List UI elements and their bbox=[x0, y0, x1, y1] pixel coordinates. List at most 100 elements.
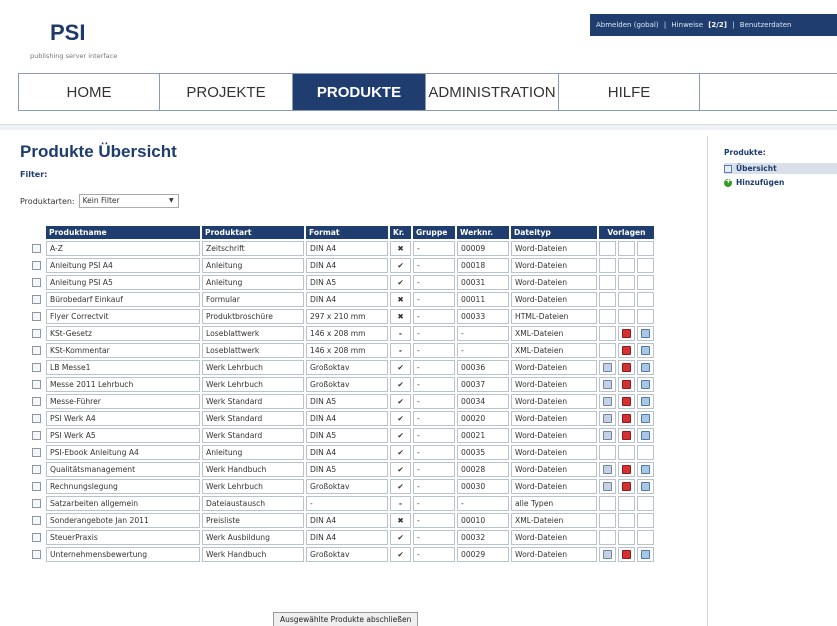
row-checkbox[interactable] bbox=[31, 397, 41, 407]
nav-administration[interactable]: ADMINISTRATION bbox=[426, 74, 559, 110]
column-header[interactable]: Gruppe bbox=[413, 226, 455, 239]
product-name-cell[interactable]: PSI-Ebook Anleitung A4 bbox=[46, 445, 200, 460]
image-template-icon[interactable] bbox=[641, 550, 650, 560]
pdf-template-icon[interactable] bbox=[622, 363, 631, 373]
word-template-icon[interactable] bbox=[603, 550, 612, 560]
table-row[interactable]: Qualitätsmanagement Werk Handbuch DIN A5 ✔ -… bbox=[28, 462, 654, 477]
column-header[interactable]: Werknr. bbox=[457, 226, 509, 239]
column-header[interactable]: Produktart bbox=[202, 226, 304, 239]
table-row[interactable]: KSt-Gesetz Loseblattwerk 146 x 208 mm - - - XM… bbox=[28, 326, 654, 341]
word-template-icon[interactable] bbox=[603, 465, 612, 475]
pdf-template-icon[interactable] bbox=[622, 397, 631, 407]
word-template-icon[interactable] bbox=[603, 363, 612, 373]
pdf-template-icon[interactable] bbox=[622, 482, 631, 492]
word-template-icon[interactable] bbox=[603, 431, 612, 441]
row-checkbox[interactable] bbox=[31, 278, 41, 288]
word-template-icon[interactable] bbox=[603, 397, 612, 407]
image-template-icon[interactable] bbox=[641, 346, 650, 356]
table-row[interactable]: Bürobedarf Einkauf Formular DIN A4 ✖ -00011 W… bbox=[28, 292, 654, 307]
row-checkbox[interactable] bbox=[31, 312, 41, 322]
table-row[interactable]: Flyer Correctvit Produktbroschüre 297 x 21… bbox=[28, 309, 654, 324]
row-checkbox[interactable] bbox=[31, 431, 41, 441]
product-name-cell[interactable]: KSt-Kommentar bbox=[46, 343, 200, 358]
image-template-icon[interactable] bbox=[641, 414, 650, 424]
pdf-template-icon[interactable] bbox=[622, 380, 631, 390]
row-checkbox[interactable] bbox=[31, 244, 41, 254]
image-template-icon[interactable] bbox=[641, 397, 650, 407]
table-row[interactable]: KSt-Kommentar Loseblattwerk 146 x 208 mm - -… bbox=[28, 343, 654, 358]
product-name-cell[interactable]: Anleitung PSI A4 bbox=[46, 258, 200, 273]
product-name-cell[interactable]: SteuerPraxis bbox=[46, 530, 200, 545]
user-data-link[interactable]: Benutzerdaten bbox=[740, 21, 792, 29]
table-row[interactable]: Satzarbeiten allgemein Dateiaustausch - - - -… bbox=[28, 496, 654, 511]
column-header[interactable]: Produktname bbox=[46, 226, 200, 239]
product-name-cell[interactable]: Qualitätsmanagement bbox=[46, 462, 200, 477]
table-row[interactable]: SteuerPraxis Werk Ausbildung DIN A4 ✔ -00032… bbox=[28, 530, 654, 545]
row-checkbox[interactable] bbox=[31, 533, 41, 543]
row-checkbox[interactable] bbox=[31, 261, 41, 271]
hints-link[interactable]: Hinweise bbox=[671, 21, 703, 29]
image-template-icon[interactable] bbox=[641, 380, 650, 390]
column-header[interactable]: Kr. bbox=[390, 226, 411, 239]
nav-home[interactable]: HOME bbox=[19, 74, 160, 110]
row-checkbox[interactable] bbox=[31, 295, 41, 305]
table-row[interactable]: A-Z Zeitschrift DIN A4 ✖ -00009 Word-Dateien bbox=[28, 241, 654, 256]
pdf-template-icon[interactable] bbox=[622, 346, 631, 356]
product-name-cell[interactable]: Rechnungslegung bbox=[46, 479, 200, 494]
image-template-icon[interactable] bbox=[641, 363, 650, 373]
product-name-cell[interactable]: Flyer Correctvit bbox=[46, 309, 200, 324]
product-name-cell[interactable]: Sonderangebote Jan 2011 bbox=[46, 513, 200, 528]
product-name-cell[interactable]: LB Messe1 bbox=[46, 360, 200, 375]
nav-produkte[interactable]: PRODUKTE bbox=[293, 74, 426, 110]
row-checkbox[interactable] bbox=[31, 448, 41, 458]
table-row[interactable]: Anleitung PSI A5 Anleitung DIN A5 ✔ -00031 Wo… bbox=[28, 275, 654, 290]
row-checkbox[interactable] bbox=[31, 516, 41, 526]
table-row[interactable]: Anleitung PSI A4 Anleitung DIN A4 ✔ -00018 Wo… bbox=[28, 258, 654, 273]
logout-link[interactable]: Abmelden (gobal) bbox=[596, 21, 659, 29]
image-template-icon[interactable] bbox=[641, 329, 650, 339]
row-checkbox[interactable] bbox=[31, 329, 41, 339]
product-name-cell[interactable]: KSt-Gesetz bbox=[46, 326, 200, 341]
word-template-icon[interactable] bbox=[603, 380, 612, 390]
sidebar-item-hinzufuegen[interactable]: Hinzufügen bbox=[724, 176, 837, 188]
column-header[interactable]: Format bbox=[306, 226, 388, 239]
row-checkbox[interactable] bbox=[31, 499, 41, 509]
sidebar-item-uebersicht[interactable]: Übersicht bbox=[724, 163, 837, 174]
image-template-icon[interactable] bbox=[641, 465, 650, 475]
product-type-select[interactable]: Kein Filter ▼ bbox=[78, 194, 179, 208]
row-checkbox[interactable] bbox=[31, 363, 41, 373]
product-name-cell[interactable]: PSI Werk A5 bbox=[46, 428, 200, 443]
table-row[interactable]: Unternehmensbewertung Werk Handbuch Großok… bbox=[28, 547, 654, 562]
table-row[interactable]: Messe-Führer Werk Standard DIN A5 ✔ -00034 Wo… bbox=[28, 394, 654, 409]
row-checkbox[interactable] bbox=[31, 465, 41, 475]
product-name-cell[interactable]: Bürobedarf Einkauf bbox=[46, 292, 200, 307]
row-checkbox[interactable] bbox=[31, 550, 41, 560]
row-checkbox[interactable] bbox=[31, 380, 41, 390]
word-template-icon[interactable] bbox=[603, 482, 612, 492]
pdf-template-icon[interactable] bbox=[622, 329, 631, 339]
column-header[interactable]: Vorlagen bbox=[599, 226, 654, 239]
image-template-icon[interactable] bbox=[641, 431, 650, 441]
product-name-cell[interactable]: Unternehmensbewertung bbox=[46, 547, 200, 562]
table-row[interactable]: Sonderangebote Jan 2011 Preisliste DIN A4 ✖… bbox=[28, 513, 654, 528]
row-checkbox[interactable] bbox=[31, 414, 41, 424]
table-row[interactable]: Messe 2011 Lehrbuch Werk Lehrbuch Großokta… bbox=[28, 377, 654, 392]
table-row[interactable]: PSI-Ebook Anleitung A4 Anleitung DIN A4 ✔ -0… bbox=[28, 445, 654, 460]
pdf-template-icon[interactable] bbox=[622, 431, 631, 441]
product-name-cell[interactable]: A-Z bbox=[46, 241, 200, 256]
table-row[interactable]: Rechnungslegung Werk Lehrbuch Großoktav ✔ -0… bbox=[28, 479, 654, 494]
word-template-icon[interactable] bbox=[603, 414, 612, 424]
product-name-cell[interactable]: Messe-Führer bbox=[46, 394, 200, 409]
row-checkbox[interactable] bbox=[31, 346, 41, 356]
product-name-cell[interactable]: Messe 2011 Lehrbuch bbox=[46, 377, 200, 392]
complete-products-button[interactable]: Ausgewählte Produkte abschließen bbox=[273, 612, 419, 626]
product-name-cell[interactable]: Satzarbeiten allgemein bbox=[46, 496, 200, 511]
table-row[interactable]: LB Messe1 Werk Lehrbuch Großoktav ✔ -00036 Wo… bbox=[28, 360, 654, 375]
pdf-template-icon[interactable] bbox=[622, 465, 631, 475]
pdf-template-icon[interactable] bbox=[622, 550, 631, 560]
image-template-icon[interactable] bbox=[641, 482, 650, 492]
nav-projekte[interactable]: PROJEKTE bbox=[160, 74, 293, 110]
column-header[interactable]: Dateityp bbox=[511, 226, 597, 239]
table-row[interactable]: PSI Werk A4 Werk Standard DIN A4 ✔ -00020 Wor… bbox=[28, 411, 654, 426]
product-name-cell[interactable]: PSI Werk A4 bbox=[46, 411, 200, 426]
